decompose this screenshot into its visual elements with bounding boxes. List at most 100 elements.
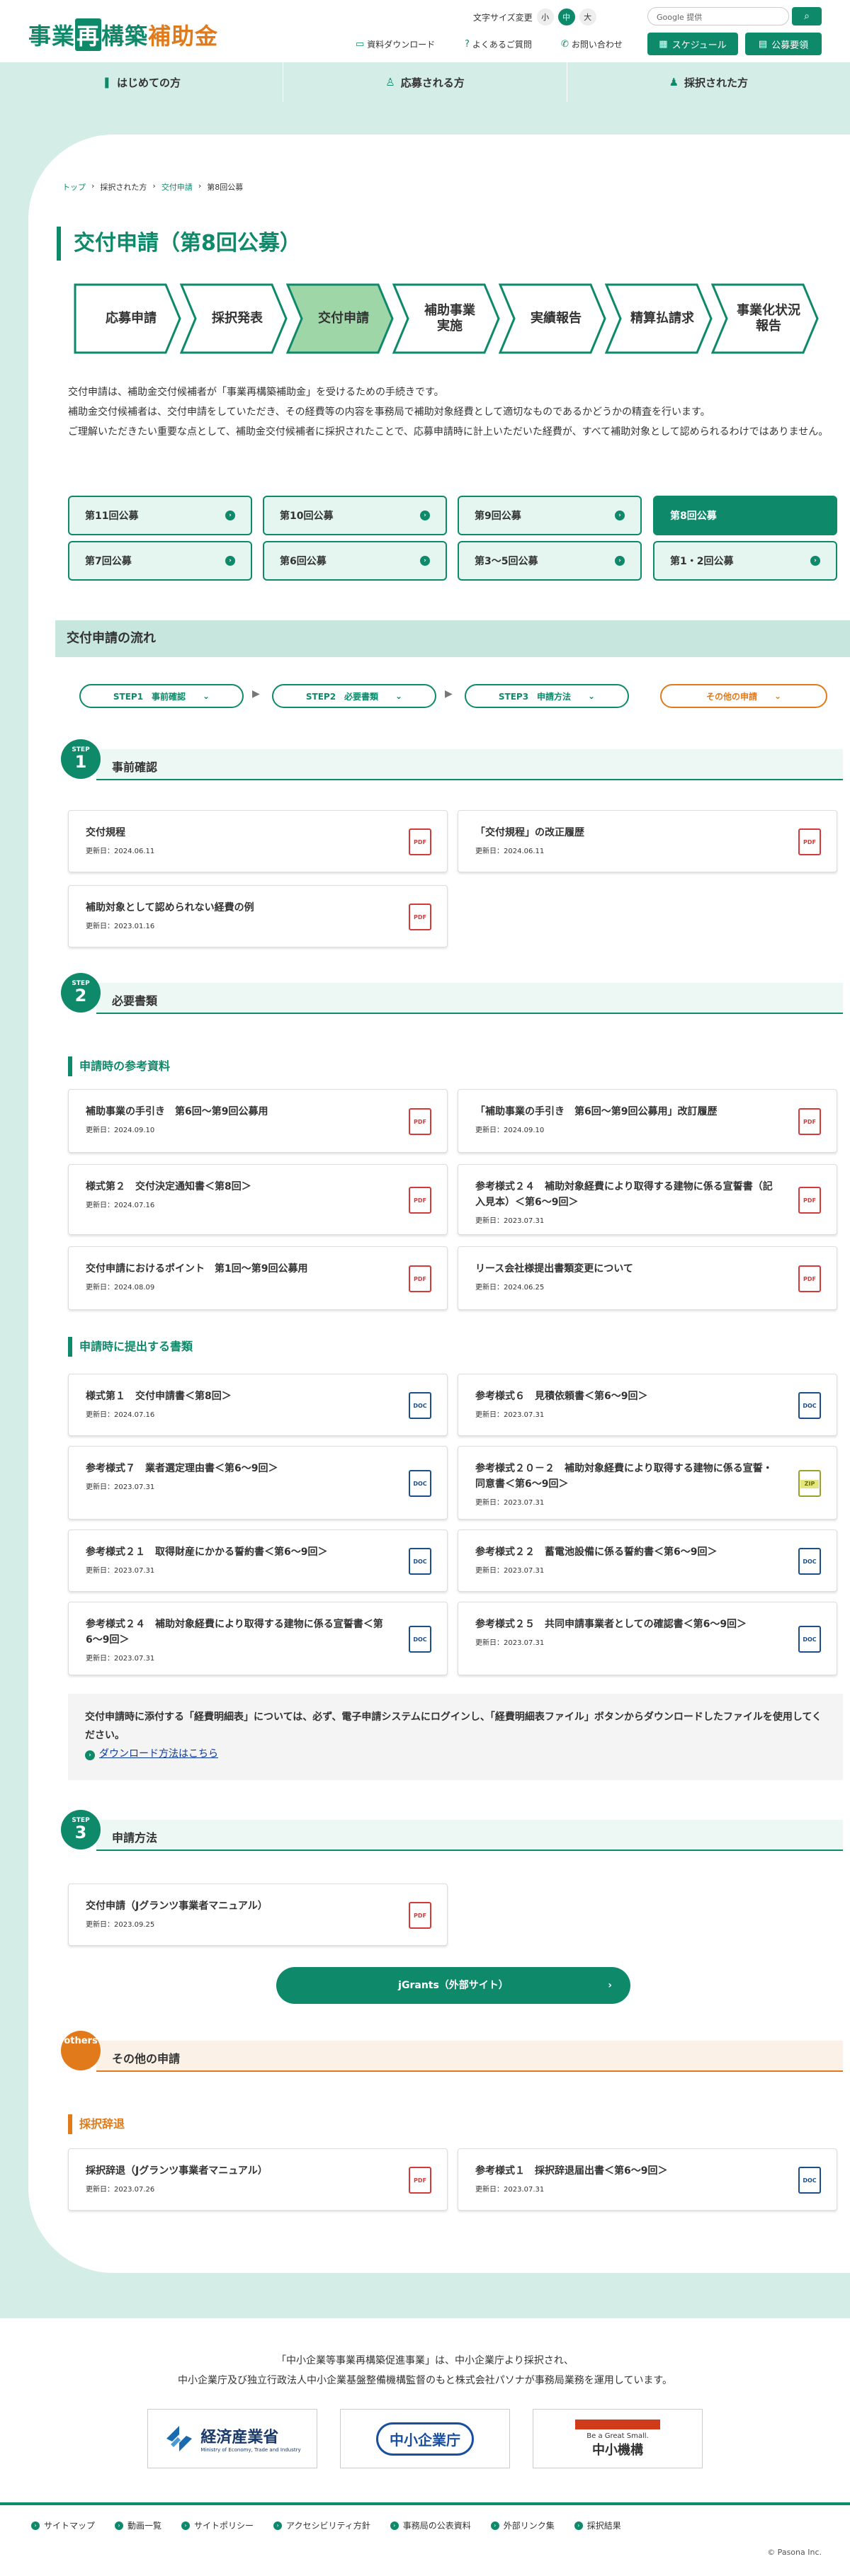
- footer-link[interactable]: › サイトポリシー: [181, 2519, 254, 2531]
- round-11-button[interactable]: 第11回公募 ›: [68, 496, 252, 535]
- schedule-button[interactable]: ▦ スケジュール: [647, 33, 738, 55]
- meti-mark-icon: [166, 2426, 193, 2451]
- others-badge: others: [61, 2031, 101, 2070]
- jgrants-button[interactable]: jGrants（外部サイト） ›: [276, 1967, 630, 2004]
- nav-label: 応募される方: [400, 76, 465, 89]
- meti-logo[interactable]: 経済産業省 Ministry of Economy, Trade and Indu…: [147, 2409, 317, 2468]
- footer-link[interactable]: › 動画一覧: [115, 2519, 162, 2531]
- document-item[interactable]: 様式第２ 交付決定通知書＜第8回＞ 更新日：2024.07.16 PDF: [68, 1164, 448, 1235]
- faq-link[interactable]: ? よくあるご質問: [465, 38, 532, 50]
- flow-step1-link[interactable]: STEP1 事前確認 ⌄: [79, 684, 244, 708]
- download-method-link[interactable]: ダウンロード方法はこちら: [99, 1748, 218, 1760]
- document-date: 更新日：2023.07.31: [475, 1217, 545, 1225]
- smrj-logo[interactable]: Be a Great Small. 中小機構: [533, 2409, 703, 2468]
- pdf-file-icon: PDF: [409, 2167, 431, 2194]
- document-item[interactable]: 補助事業の手引き 第6回〜第9回公募用 更新日：2024.09.10 PDF: [68, 1089, 448, 1153]
- chevron-right-icon: ›: [420, 511, 430, 520]
- document-item[interactable]: 参考様式２５ 共同申請事業者としての確認書＜第6〜9回＞ 更新日：2023.07.…: [458, 1602, 837, 1675]
- guidelines-button[interactable]: ▤ 公募要領: [745, 33, 822, 55]
- footer-link[interactable]: › 外部リンク集: [490, 2519, 555, 2531]
- subsection-submit: 申請時に提出する書類: [68, 1337, 193, 1357]
- document-item[interactable]: 参考様式２１ 取得財産にかかる誓約書＜第6〜9回＞ 更新日：2023.07.31 D…: [68, 1529, 448, 1592]
- folder-icon: ▭: [356, 39, 365, 50]
- document-date: 更新日：2023.07.31: [475, 1411, 545, 1419]
- round-1-2-button[interactable]: 第1・2回公募 ›: [653, 541, 837, 581]
- footer-line: 「中小企業等事業再構築促進事業」は、中小企業庁より採択され、: [276, 2355, 574, 2366]
- document-item[interactable]: 交付申請（Jグランツ事業者マニュアル） 更新日：2023.09.25 PDF: [68, 1883, 448, 1946]
- doc-file-icon: DOC: [798, 1548, 821, 1575]
- document-item[interactable]: 補助対象として認められない経費の例 更新日：2023.01.16 PDF: [68, 885, 448, 947]
- document-item[interactable]: 交付規程 更新日：2024.06.11 PDF: [68, 810, 448, 872]
- step-number: 1: [74, 752, 87, 772]
- document-item[interactable]: 交付申請におけるポイント 第1回〜第9回公募用 更新日：2024.08.09 PDF: [68, 1246, 448, 1310]
- site-logo[interactable]: 事業再構築補助金: [28, 18, 218, 51]
- phone-icon: ✆: [561, 39, 569, 50]
- document-title: 参考様式６ 見積依頼書＜第6〜9回＞: [475, 1391, 648, 1402]
- nav-beginner[interactable]: ❚ はじめての方: [0, 62, 284, 102]
- breadcrumb-grant[interactable]: 交付申請: [162, 181, 193, 193]
- step-number: 3: [74, 1823, 87, 1842]
- document-item[interactable]: 参考様式１ 採択辞退届出書＜第6〜9回＞ 更新日：2023.07.31 DOC: [458, 2148, 837, 2211]
- font-large-button[interactable]: 大: [579, 8, 596, 25]
- breadcrumb-top[interactable]: トップ: [62, 181, 86, 193]
- document-item[interactable]: 参考様式７ 業者選定理由書＜第6〜9回＞ 更新日：2023.07.31 DOC: [68, 1446, 448, 1520]
- nav-applicants[interactable]: ♙ 応募される方: [283, 62, 567, 102]
- flow-step2-link[interactable]: STEP2 必要書類 ⌄: [272, 684, 436, 708]
- section-bar: [96, 1820, 843, 1851]
- jgrants-label: jGrants（外部サイト）: [398, 1980, 509, 1991]
- process-step: 交付申請: [286, 283, 394, 354]
- document-item[interactable]: 採択辞退（Jグランツ事業者マニュアル） 更新日：2023.07.26 PDF: [68, 2148, 448, 2211]
- subsection-decline: 採択辞退: [68, 2114, 125, 2134]
- round-6-button[interactable]: 第6回公募 ›: [263, 541, 447, 581]
- file-type-label: PDF: [414, 1276, 426, 1282]
- footer-link[interactable]: › サイトマップ: [31, 2519, 95, 2531]
- document-date: 更新日：2023.07.31: [475, 1567, 545, 1575]
- document-date: 更新日：2024.06.11: [86, 848, 155, 855]
- footer-link[interactable]: › 事務局の公表資料: [390, 2519, 471, 2531]
- download-link[interactable]: ▭ 資料ダウンロード: [356, 38, 435, 50]
- font-medium-button[interactable]: 中: [557, 8, 575, 25]
- step-label: 交付申請: [318, 311, 369, 326]
- breadcrumb-adopted[interactable]: 採択された方: [100, 181, 147, 193]
- round-label: 第11回公募: [85, 511, 139, 522]
- document-title: 参考様式２４ 補助対象経費により取得する建物に係る宣誓書（記入見本）＜第6〜9回…: [475, 1181, 773, 1208]
- document-title: 補助事業の手引き 第6回〜第9回公募用: [86, 1106, 268, 1117]
- document-date: 更新日：2023.07.26: [86, 2186, 155, 2194]
- document-title: 交付申請（Jグランツ事業者マニュアル）: [86, 1900, 268, 1912]
- contact-link[interactable]: ✆ お問い合わせ: [561, 38, 623, 50]
- footer-link[interactable]: › 採択結果: [574, 2519, 621, 2531]
- round-10-button[interactable]: 第10回公募 ›: [263, 496, 447, 535]
- document-date: 更新日：2024.06.25: [475, 1284, 545, 1292]
- flow-others-link[interactable]: その他の申請 ⌄: [660, 684, 827, 708]
- footer-link[interactable]: › アクセシビリティ方針: [273, 2519, 370, 2531]
- round-3-5-button[interactable]: 第3〜5回公募 ›: [458, 541, 642, 581]
- round-9-button[interactable]: 第9回公募 ›: [458, 496, 642, 535]
- round-7-button[interactable]: 第7回公募 ›: [68, 541, 252, 581]
- nav-adopted[interactable]: ♟ 採択された方: [567, 62, 850, 102]
- document-item[interactable]: 参考様式２０－２ 補助対象経費により取得する建物に係る宣誓・同意書＜第6〜9回＞…: [458, 1446, 837, 1520]
- document-item[interactable]: 参考様式２４ 補助対象経費により取得する建物に係る宣誓書＜第6〜9回＞ 更新日：2…: [68, 1602, 448, 1675]
- document-item[interactable]: 参考様式２４ 補助対象経費により取得する建物に係る宣誓書（記入見本）＜第6〜9回…: [458, 1164, 837, 1235]
- chevron-right-icon: ›: [490, 2521, 499, 2530]
- footer-line: 中小企業庁及び独立行政法人中小企業基盤整備機構監督のもと株式会社パソナが事務局業…: [178, 2375, 672, 2386]
- document-item[interactable]: 「補助事業の手引き 第6回〜第9回公募用」改訂履歴 更新日：2024.09.10 P…: [458, 1089, 837, 1153]
- pill-label: その他の申請: [706, 691, 757, 702]
- round-label: 第6回公募: [280, 556, 327, 567]
- file-type-label: PDF: [803, 1119, 816, 1125]
- chevron-right-icon: ›: [608, 1980, 612, 1991]
- document-item[interactable]: リース会社様提出書類変更について 更新日：2024.06.25 PDF: [458, 1246, 837, 1310]
- document-item[interactable]: 「交付規程」の改正履歴 更新日：2024.06.11 PDF: [458, 810, 837, 872]
- flow-step3-link[interactable]: STEP3 申請方法 ⌄: [465, 684, 629, 708]
- document-title: 参考様式２１ 取得財産にかかる誓約書＜第6〜9回＞: [86, 1546, 328, 1558]
- document-item[interactable]: 参考様式２２ 蓄電池設備に係る誓約書＜第6〜9回＞ 更新日：2023.07.31 D…: [458, 1529, 837, 1592]
- round-8-button[interactable]: 第8回公募: [653, 496, 837, 535]
- file-type-label: ZIP: [800, 1480, 819, 1488]
- expense-note: 交付申請時に添付する「経費明細表」については、必ず、電子申請システムにログインし…: [68, 1694, 843, 1780]
- document-item[interactable]: 様式第１ 交付申請書＜第8回＞ 更新日：2024.07.16 DOC: [68, 1374, 448, 1436]
- sme-agency-logo[interactable]: 中小企業庁: [340, 2409, 510, 2468]
- search-input[interactable]: Google 提供: [647, 7, 789, 25]
- font-small-button[interactable]: 小: [536, 8, 554, 25]
- document-item[interactable]: 参考様式６ 見積依頼書＜第6〜9回＞ 更新日：2023.07.31 DOC: [458, 1374, 837, 1436]
- search-button[interactable]: ⌕: [792, 7, 822, 25]
- header: 事業再構築補助金 文字サイズ変更 小 中 大 Google 提供 ⌕ ▭ 資料ダウ…: [0, 0, 850, 62]
